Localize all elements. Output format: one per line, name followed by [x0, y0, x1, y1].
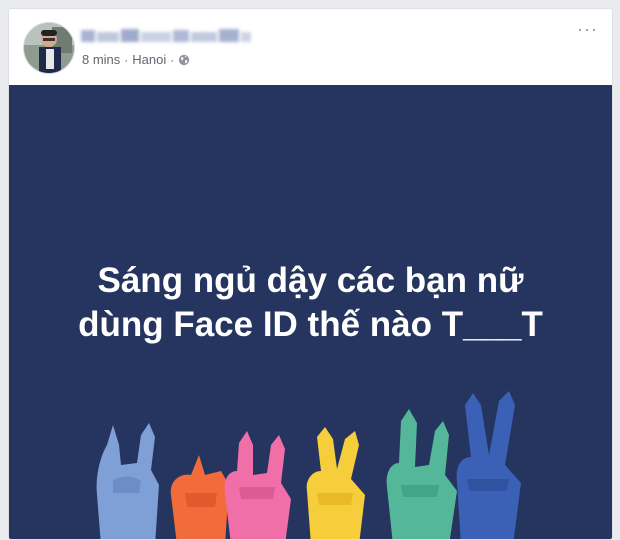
orange-hand-icon	[170, 455, 229, 539]
post-image[interactable]: Sáng ngủ dậy các bạn nữ dùng Face ID thế…	[9, 85, 612, 539]
hands-illustration	[96, 391, 521, 539]
meta-separator: ·	[124, 52, 129, 67]
blurred-author-name[interactable]	[81, 27, 251, 45]
avatar-photo	[24, 23, 74, 73]
post-meta: 8 mins · Hanoi ·	[82, 52, 190, 67]
post-header: 8 mins · Hanoi · ···	[9, 9, 612, 85]
post-timestamp[interactable]: 8 mins	[82, 52, 120, 67]
green-hand-icon	[386, 409, 457, 539]
blue-hand-icon	[96, 423, 159, 539]
meta-separator-2: ·	[170, 52, 175, 67]
headline-line-1: Sáng ngủ dậy các bạn nữ	[97, 261, 524, 300]
more-options-icon[interactable]: ···	[577, 19, 598, 40]
globe-icon[interactable]	[178, 54, 190, 66]
headline-line-2: dùng Face ID thế nào T___T	[78, 305, 543, 344]
avatar[interactable]	[23, 22, 75, 74]
image-headline: Sáng ngủ dậy các bạn nữ dùng Face ID thế…	[9, 259, 612, 347]
post-location[interactable]: Hanoi	[132, 52, 166, 67]
navy-hand-icon	[456, 391, 521, 539]
pink-hand-icon	[224, 431, 291, 539]
yellow-hand-icon	[306, 427, 365, 539]
post-card: 8 mins · Hanoi · ··· Sáng ngủ dậy các bạ…	[8, 8, 613, 540]
